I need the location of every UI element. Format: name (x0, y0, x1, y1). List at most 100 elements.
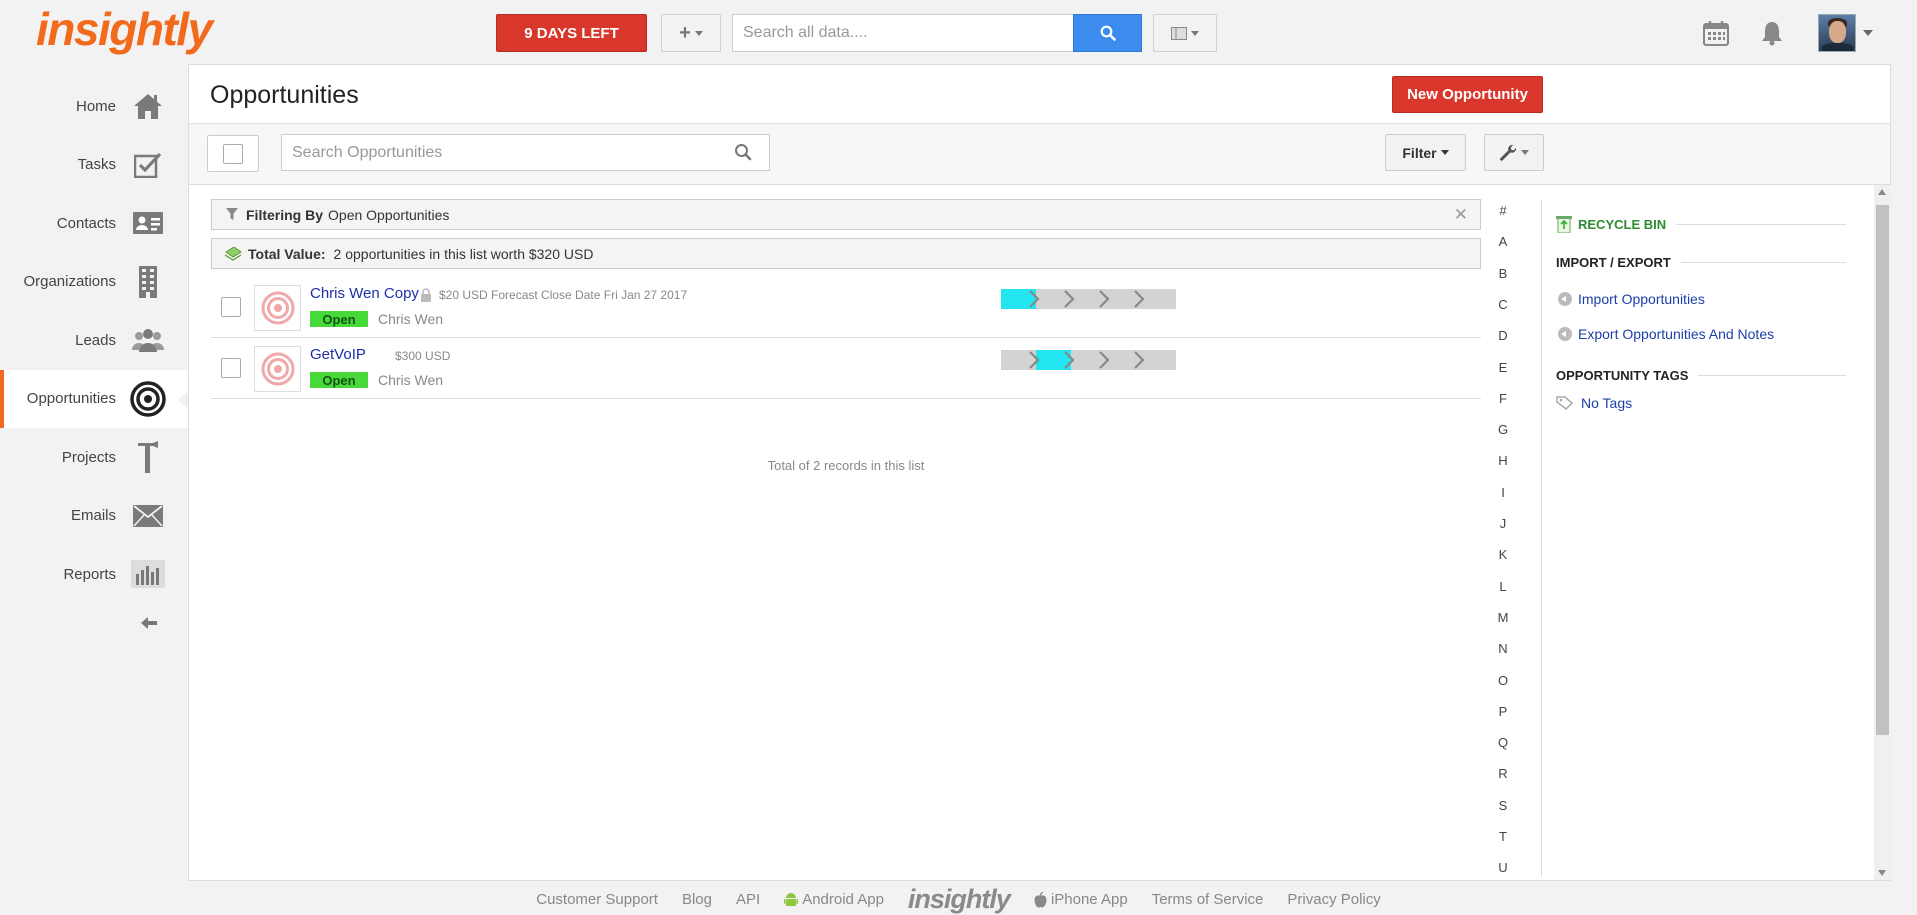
collapse-sidebar-button[interactable] (138, 612, 160, 634)
alphabet-letter-f[interactable]: F (1491, 391, 1515, 406)
alphabet-letter-b[interactable]: B (1491, 266, 1515, 281)
alphabet-letter-h[interactable]: H (1491, 453, 1515, 468)
funnel-icon (226, 208, 238, 220)
pipeline-stage (1141, 289, 1176, 309)
sidebar-item-contacts[interactable]: Contacts (0, 194, 188, 252)
alphabet-letter-d[interactable]: D (1491, 328, 1515, 343)
footer-privacy-link[interactable]: Privacy Policy (1287, 891, 1380, 908)
opportunity-meta: $300 USD (395, 349, 451, 363)
scroll-down-arrow-icon[interactable] (1878, 870, 1886, 876)
tag-icon (1556, 396, 1574, 410)
sidebar-item-label: Projects (61, 448, 116, 466)
sidebar-item-leads[interactable]: Leads (0, 311, 188, 369)
pipeline-stage (1141, 350, 1176, 370)
alphabet-letter-e[interactable]: E (1491, 360, 1515, 375)
footer-iphone-app-link[interactable]: iPhone App (1034, 891, 1128, 908)
global-search-button[interactable] (1073, 14, 1142, 52)
opportunity-owner: Chris Wen (378, 311, 444, 327)
sidebar-item-tasks[interactable]: Tasks (0, 136, 188, 194)
scroll-up-arrow-icon[interactable] (1878, 189, 1886, 195)
emails-icon (130, 498, 166, 534)
recycle-bin-link[interactable]: RECYCLE BIN (1556, 215, 1846, 233)
lock-icon (421, 288, 431, 302)
scroll-thumb[interactable] (1876, 205, 1889, 735)
import-opportunities-link[interactable]: Import Opportunities (1558, 291, 1705, 307)
table-row[interactable]: GetVoIP $300 USD Open Chris Wen (211, 338, 1481, 399)
arrow-left-icon (141, 617, 157, 629)
select-all-checkbox[interactable] (207, 135, 259, 172)
footer-blog-link[interactable]: Blog (682, 891, 712, 908)
quick-add-button[interactable]: + (661, 14, 721, 52)
filter-label: Filtering By (246, 206, 324, 223)
calendar-icon[interactable] (1703, 20, 1729, 46)
alphabet-letter-k[interactable]: K (1491, 547, 1515, 562)
alphabet-letter-o[interactable]: O (1491, 673, 1515, 688)
export-opportunities-link[interactable]: Export Opportunities And Notes (1558, 326, 1774, 342)
chevron-down-icon (694, 30, 703, 36)
footer-android-app-link[interactable]: Android App (784, 891, 884, 908)
list-tools-button[interactable] (1484, 134, 1544, 171)
footer-android-app-label: Android App (802, 891, 884, 908)
money-icon (224, 246, 242, 261)
opportunity-name-link[interactable]: GetVoIP (310, 346, 366, 363)
user-menu-chevron-icon[interactable] (1863, 30, 1873, 36)
opportunity-owner: Chris Wen (378, 372, 444, 388)
sidebar-item-projects[interactable]: Projects (0, 428, 188, 486)
notifications-bell-icon[interactable] (1760, 20, 1784, 46)
alphabet-letter-g[interactable]: G (1491, 422, 1515, 437)
alphabet-letter-m[interactable]: M (1491, 610, 1515, 625)
sidebar-item-home[interactable]: Home (0, 77, 188, 135)
alphabet-letter-u[interactable]: U (1491, 860, 1515, 875)
alphabet-letter-c[interactable]: C (1491, 297, 1515, 312)
alphabet-letter-q[interactable]: Q (1491, 735, 1515, 750)
footer-customer-support-link[interactable]: Customer Support (536, 891, 658, 908)
layout-toggle-button[interactable] (1153, 14, 1217, 52)
alphabet-letter-p[interactable]: P (1491, 704, 1515, 719)
sidebar-item-label: Contacts (56, 214, 116, 232)
vertical-scrollbar[interactable] (1874, 185, 1891, 880)
alphabet-letter-r[interactable]: R (1491, 766, 1515, 781)
import-export-heading: IMPORT / EXPORT (1556, 255, 1846, 270)
chevron-down-icon (1440, 150, 1449, 155)
filter-button[interactable]: Filter (1385, 134, 1466, 171)
search-icon (1100, 25, 1116, 41)
alphabet-letter-i[interactable]: I (1491, 485, 1515, 500)
pipeline-progress[interactable] (1001, 350, 1177, 370)
sidebar-item-opportunities[interactable]: Opportunities (0, 369, 188, 428)
sidebar-item-reports[interactable]: Reports (0, 545, 188, 603)
search-icon[interactable] (734, 143, 752, 161)
row-checkbox[interactable] (221, 358, 241, 378)
layout-icon (1171, 26, 1187, 40)
sidebar-item-organizations[interactable]: Organizations (0, 253, 188, 311)
clear-filter-icon[interactable]: ✕ (1454, 205, 1468, 225)
opportunity-target-icon[interactable] (254, 285, 301, 331)
alphabet-letter-a[interactable]: A (1491, 234, 1515, 249)
sidebar-item-emails[interactable]: Emails (0, 487, 188, 545)
opportunity-target-icon[interactable] (254, 346, 301, 392)
page-title: Opportunities (210, 81, 359, 109)
new-opportunity-button[interactable]: New Opportunity (1392, 76, 1543, 113)
footer-api-link[interactable]: API (736, 891, 760, 908)
tasks-icon (130, 147, 166, 183)
row-checkbox[interactable] (221, 297, 241, 317)
no-tags-link[interactable]: No Tags (1556, 395, 1632, 411)
insightly-logo[interactable]: insightly (36, 2, 213, 56)
chevron-down-icon (1191, 30, 1199, 36)
alphabet-letter-s[interactable]: S (1491, 798, 1515, 813)
alphabet-letter-n[interactable]: N (1491, 641, 1515, 656)
alphabet-letter-l[interactable]: L (1491, 579, 1515, 594)
trial-days-left-button[interactable]: 9 DAYS LEFT (496, 14, 647, 52)
alphabet-letter-hash[interactable]: # (1491, 203, 1515, 218)
pipeline-progress[interactable] (1001, 289, 1177, 309)
table-row[interactable]: Chris Wen Copy $20 USD Forecast Close Da… (211, 277, 1481, 338)
opportunity-search-input[interactable] (281, 134, 770, 171)
alphabet-letter-j[interactable]: J (1491, 516, 1515, 531)
alphabet-letter-t[interactable]: T (1491, 829, 1515, 844)
reports-icon (130, 556, 166, 592)
opportunity-name-link[interactable]: Chris Wen Copy (310, 285, 419, 302)
footer-terms-link[interactable]: Terms of Service (1152, 891, 1264, 908)
user-avatar[interactable] (1818, 14, 1856, 52)
chevron-down-icon (1521, 150, 1529, 155)
global-search-input[interactable] (732, 14, 1074, 52)
sidebar-item-label: Opportunities (26, 390, 116, 407)
